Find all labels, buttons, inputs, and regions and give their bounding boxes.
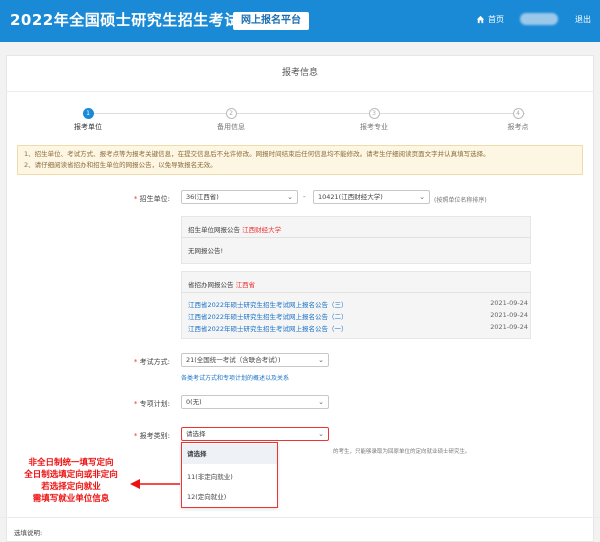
province-value: 36(江西省) bbox=[186, 193, 219, 201]
exam-select[interactable]: 21(全国统一考试（含联合考试）) ⌄ bbox=[181, 353, 329, 367]
divider bbox=[0, 517, 600, 518]
step-number: 1 bbox=[82, 108, 94, 119]
step-label: 备用信息 bbox=[217, 123, 245, 131]
step-3: 3 报考专业 bbox=[344, 108, 404, 132]
school-select[interactable]: 10421(江西财经大学) ⌄ bbox=[313, 190, 430, 204]
school-value: 10421(江西财经大学) bbox=[318, 193, 383, 201]
option-non-directed[interactable]: 11(非定向就业) bbox=[182, 467, 277, 487]
annotation-text: 非全日制统一填写定向 全日制选填定向或非定向 若选择定向就业 需填写就业单位信息 bbox=[24, 458, 118, 504]
logout-link[interactable]: 退出 bbox=[575, 14, 591, 25]
step-number: 4 bbox=[512, 108, 524, 119]
notice-box: 1、招生单位、考试方式、报考点等为报考关键信息，在提交信息后不允许修改。网报时间… bbox=[17, 145, 583, 175]
sort-hint: (按照单位名称排序) bbox=[434, 197, 487, 204]
divider bbox=[182, 292, 530, 293]
type-select[interactable]: 请选择 ⌄ bbox=[181, 427, 329, 441]
home-icon bbox=[476, 15, 485, 24]
step-label: 报考单位 bbox=[74, 123, 102, 131]
notice-line-1: 1、招生单位、考试方式、报考点等为报考关键信息，在提交信息后不允许修改。网报时间… bbox=[24, 150, 490, 158]
type-label: * 报考类别: bbox=[133, 432, 170, 440]
option-placeholder[interactable]: 请选择 bbox=[182, 444, 277, 464]
home-label: 首页 bbox=[488, 15, 504, 24]
type-hint: 的考生，只能够录取为回原单位的定向就业硕士研究生。 bbox=[333, 449, 471, 455]
step-label: 报考专业 bbox=[360, 123, 388, 131]
chevron-down-icon: ⌄ bbox=[287, 193, 293, 201]
type-dropdown: 请选择 11(非定向就业) 12(定向就业) bbox=[181, 442, 278, 508]
plan-label: * 专项计划: bbox=[133, 400, 170, 408]
province-select[interactable]: 36(江西省) ⌄ bbox=[181, 190, 298, 204]
step-number: 2 bbox=[225, 108, 237, 119]
exam-info-link[interactable]: 各类考试方式和专项计划的概述以及关系 bbox=[181, 373, 289, 382]
steps-track bbox=[87, 113, 525, 114]
annotation-arrow-icon bbox=[130, 479, 180, 489]
exam-value: 21(全国统一考试（含联合考试）) bbox=[186, 356, 281, 364]
province-notice-title: 省招办网报公告 江西省 bbox=[188, 281, 256, 289]
chevron-down-icon: ⌄ bbox=[419, 193, 425, 201]
divider bbox=[182, 237, 530, 238]
notice-line-2: 2、请仔细阅读省招办和招生单位的网报公告，以免导致报名无效。 bbox=[24, 161, 217, 169]
notice-link-1[interactable]: 江西省2022年硕士研究生招生考试网上报名公告（一） 2021-09-24 bbox=[188, 323, 528, 333]
province-notice-box: 省招办网报公告 江西省 江西省2022年硕士研究生招生考试网上报名公告（三） 20… bbox=[181, 271, 531, 339]
step-1: 1 报考单位 bbox=[58, 108, 118, 132]
platform-badge: 网上报名平台 bbox=[233, 12, 309, 30]
school-notice-body: 无网报公告! bbox=[188, 247, 224, 255]
username-redacted bbox=[520, 13, 558, 25]
chevron-down-icon: ⌄ bbox=[318, 398, 324, 406]
notice-link-3[interactable]: 江西省2022年硕士研究生招生考试网上报名公告（三） 2021-09-24 bbox=[188, 299, 528, 309]
unit-label: * 招生单位: bbox=[133, 195, 170, 203]
step-2: 2 备用信息 bbox=[201, 108, 261, 132]
chevron-down-icon: ⌄ bbox=[318, 430, 324, 438]
plan-value: 0(无) bbox=[186, 398, 202, 406]
exam-label: * 考试方式: bbox=[133, 358, 170, 366]
step-label: 报考点 bbox=[507, 123, 529, 131]
type-value: 请选择 bbox=[186, 430, 206, 438]
step-number: 3 bbox=[368, 108, 380, 119]
card-title: 报考信息 bbox=[7, 56, 593, 92]
plan-select[interactable]: 0(无) ⌄ bbox=[181, 395, 329, 409]
app-title: 2022年全国硕士研究生招生考试 bbox=[10, 11, 240, 29]
dash-separator: - bbox=[303, 193, 306, 201]
option-directed[interactable]: 12(定向就业) bbox=[182, 487, 277, 507]
step-4: 4 报考点 bbox=[488, 108, 548, 132]
notice-link-2[interactable]: 江西省2022年硕士研究生招生考试网上报名公告（二） 2021-09-24 bbox=[188, 311, 528, 321]
school-notice-box: 招生单位网报公告 江西财经大学 无网报公告! bbox=[181, 216, 531, 264]
chevron-down-icon: ⌄ bbox=[318, 356, 324, 364]
top-bar: 2022年全国硕士研究生招生考试 网上报名平台 首页 退出 bbox=[0, 0, 600, 42]
school-notice-title: 招生单位网报公告 江西财经大学 bbox=[188, 226, 282, 234]
optional-notes-label: 选填说明: bbox=[14, 529, 43, 537]
home-link[interactable]: 首页 bbox=[476, 14, 504, 25]
